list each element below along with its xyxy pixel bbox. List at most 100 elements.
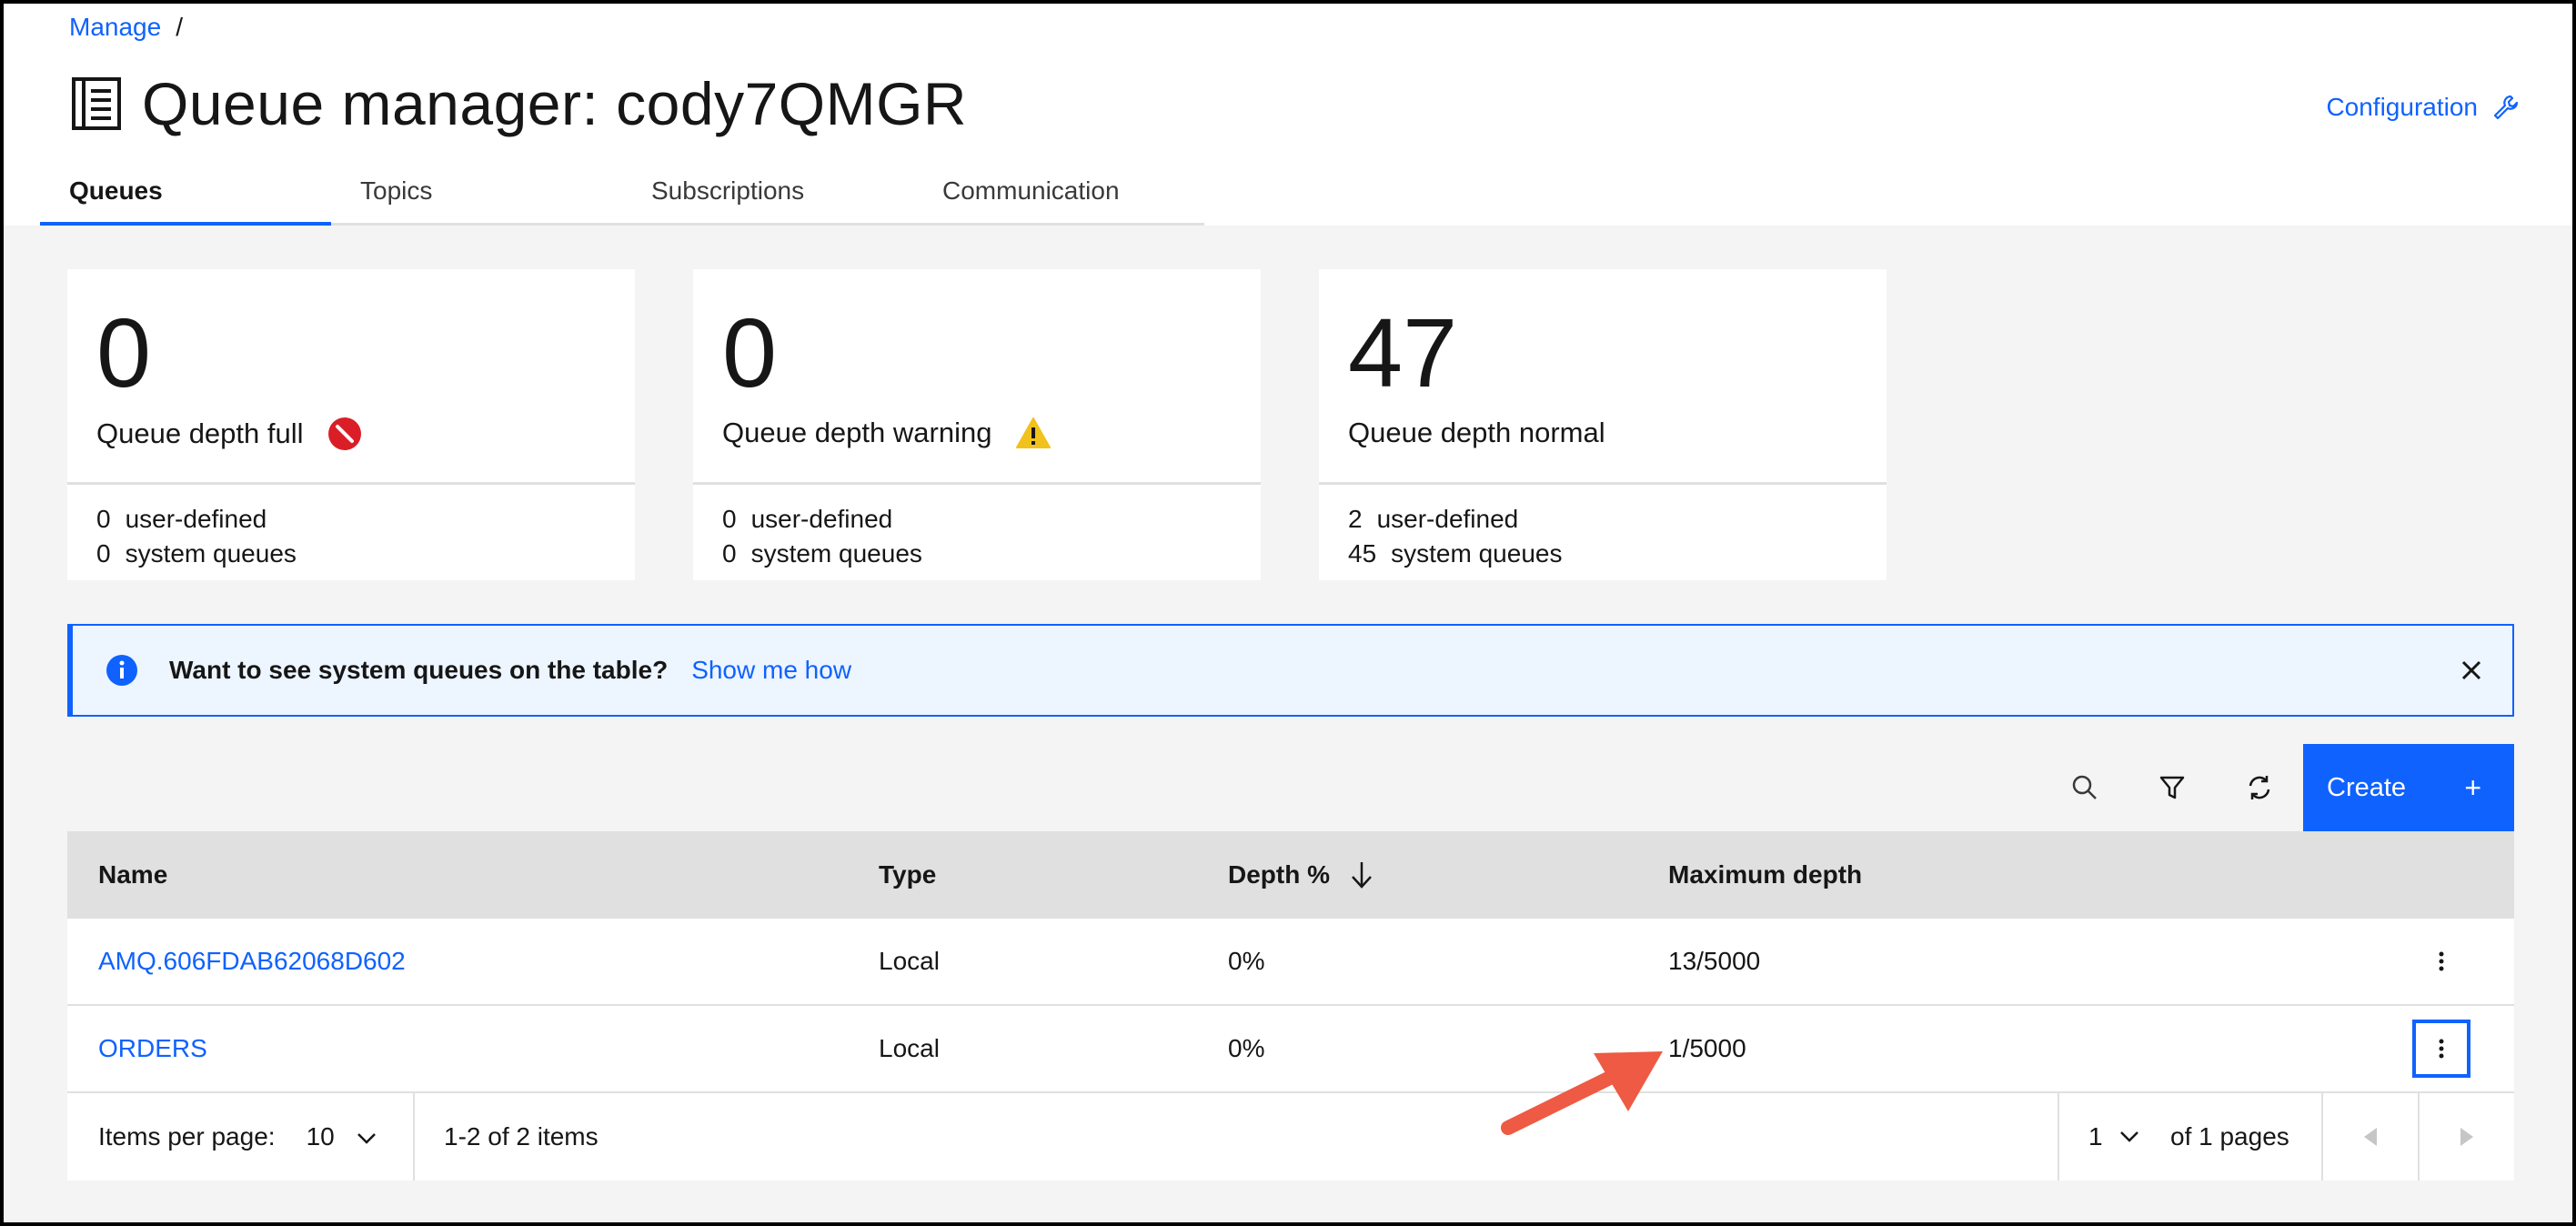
tab-label: Subscriptions xyxy=(651,176,805,205)
caret-right-icon xyxy=(2460,1128,2473,1146)
queue-name-link[interactable]: ORDERS xyxy=(98,1006,207,1091)
tab-communication[interactable]: Communication xyxy=(913,169,1204,226)
item-range: 1-2 of 2 items xyxy=(444,1122,599,1151)
queue-depth: 0% xyxy=(1228,1034,1265,1062)
row-overflow-menu[interactable] xyxy=(2412,1006,2470,1091)
items-per-page: Items per page: 10 xyxy=(98,1093,377,1181)
overflow-menu-icon xyxy=(2439,951,2444,971)
show-me-how-link[interactable]: Show me how xyxy=(691,656,851,685)
system-queues-count: 0 xyxy=(722,539,737,568)
tile-depth-normal: 47 Queue depth normal 2 user-defined 45 sy… xyxy=(1319,269,1887,580)
filter-icon xyxy=(2159,776,2185,799)
tile-stats: 2 user-defined 45 system queues xyxy=(1348,502,1562,571)
breadcrumb-separator: / xyxy=(176,13,183,41)
create-button[interactable]: Create + xyxy=(2303,744,2514,831)
tab-label: Topics xyxy=(360,176,433,205)
warning-triangle-icon xyxy=(1016,417,1052,448)
queue-type: Local xyxy=(879,1034,940,1062)
tile-value: 47 xyxy=(1348,297,1458,407)
overflow-menu-button[interactable] xyxy=(2412,1020,2470,1078)
user-defined-count: 2 xyxy=(1348,505,1363,533)
header-max-depth-label: Maximum depth xyxy=(1668,860,1863,889)
tile-label-text: Queue depth full xyxy=(96,417,304,449)
breadcrumb: Manage / xyxy=(69,13,183,42)
tile-divider xyxy=(67,482,635,485)
notification-message: Want to see system queues on the table? xyxy=(169,656,669,684)
items-per-page-select[interactable]: 10 xyxy=(307,1122,377,1151)
caret-left-icon xyxy=(2364,1128,2377,1146)
header-name-label: Name xyxy=(98,860,168,889)
previous-page-button[interactable] xyxy=(2323,1093,2418,1181)
tile-depth-warning: 0 Queue depth warning 0 user-defined 0 sys… xyxy=(693,269,1261,580)
system-queues-label: system queues xyxy=(125,539,297,568)
header-max-depth[interactable]: Maximum depth xyxy=(1668,831,1862,919)
page-title: Queue manager: cody7QMGR xyxy=(71,69,967,138)
page-number: 1 xyxy=(2088,1122,2103,1151)
tile-divider xyxy=(693,482,1261,485)
queue-type: Local xyxy=(879,947,940,975)
header-type[interactable]: Type xyxy=(879,831,936,919)
document-list-icon xyxy=(72,77,121,130)
user-defined-count: 0 xyxy=(96,505,111,533)
items-per-page-value: 10 xyxy=(306,1122,335,1151)
next-page-button[interactable] xyxy=(2420,1093,2514,1181)
items-per-page-label: Items per page: xyxy=(98,1122,276,1151)
tab-subscriptions[interactable]: Subscriptions xyxy=(622,169,913,226)
table-row: AMQ.606FDAB62068D602 Local 0% 13/5000 xyxy=(67,919,2514,1006)
tile-label: Queue depth warning xyxy=(722,417,1052,449)
chevron-down-icon xyxy=(2119,1131,2138,1142)
plus-icon: + xyxy=(2464,770,2481,804)
header-name[interactable]: Name xyxy=(98,831,167,919)
tile-value: 0 xyxy=(96,297,152,407)
page-select[interactable]: 1 xyxy=(2088,1093,2139,1181)
table-header: Name Type Depth % Maximum depth xyxy=(67,831,2514,919)
row-overflow-menu[interactable] xyxy=(2412,919,2470,1004)
refresh-icon xyxy=(2249,776,2270,799)
queue-depth: 0% xyxy=(1228,947,1265,975)
tile-stats: 0 user-defined 0 system queues xyxy=(722,502,922,571)
header-type-label: Type xyxy=(879,860,937,889)
chevron-down-icon xyxy=(357,1133,376,1144)
pagination-divider xyxy=(413,1093,415,1181)
refresh-button[interactable] xyxy=(2216,744,2303,831)
system-queues-count: 45 xyxy=(1348,539,1377,568)
arrow-down-icon xyxy=(1352,862,1372,889)
system-queues-label: system queues xyxy=(1391,539,1563,568)
tile-divider xyxy=(1319,482,1887,485)
create-label: Create xyxy=(2327,772,2407,802)
tab-list: Queues Topics Subscriptions Communicatio… xyxy=(40,169,1204,226)
close-icon[interactable] xyxy=(2458,657,2485,684)
tab-label: Queues xyxy=(69,176,163,205)
user-defined-label: user-defined xyxy=(1376,505,1519,533)
pagination-divider xyxy=(2058,1093,2059,1181)
search-button[interactable] xyxy=(2041,744,2128,831)
page-header: Manage / Queue manager: cody7QMGR Configu… xyxy=(0,0,2576,226)
user-defined-label: user-defined xyxy=(750,505,893,533)
configuration-label: Configuration xyxy=(2326,93,2478,121)
header-depth[interactable]: Depth % xyxy=(1228,831,1374,919)
tile-label-text: Queue depth normal xyxy=(1348,417,1605,448)
tile-label: Queue depth normal xyxy=(1348,417,1605,449)
wrench-icon xyxy=(2493,95,2519,120)
configuration-link[interactable]: Configuration xyxy=(2326,93,2520,122)
system-queues-label: system queues xyxy=(750,539,922,568)
tab-label: Communication xyxy=(942,176,1120,205)
overflow-menu-button[interactable] xyxy=(2412,932,2470,990)
search-icon xyxy=(2072,775,2097,799)
tab-topics[interactable]: Topics xyxy=(331,169,622,226)
tab-queues[interactable]: Queues xyxy=(40,169,331,226)
pagination: Items per page: 10 1-2 of 2 items 1 of 1… xyxy=(67,1093,2514,1181)
breadcrumb-link-manage[interactable]: Manage xyxy=(69,13,161,41)
page-title-text: Queue manager: cody7QMGR xyxy=(142,70,968,137)
of-pages: of 1 pages xyxy=(2170,1122,2289,1151)
overflow-menu-icon xyxy=(2439,1039,2444,1059)
queue-name-link[interactable]: AMQ.606FDAB62068D602 xyxy=(98,919,406,1004)
tile-stats: 0 user-defined 0 system queues xyxy=(96,502,297,571)
annotation-arrow xyxy=(1501,1051,1663,1135)
system-queues-count: 0 xyxy=(96,539,111,568)
tile-value: 0 xyxy=(722,297,778,407)
filter-button[interactable] xyxy=(2128,744,2216,831)
info-icon xyxy=(106,655,137,686)
table-toolbar: Create + xyxy=(67,744,2514,831)
user-defined-label: user-defined xyxy=(125,505,267,533)
